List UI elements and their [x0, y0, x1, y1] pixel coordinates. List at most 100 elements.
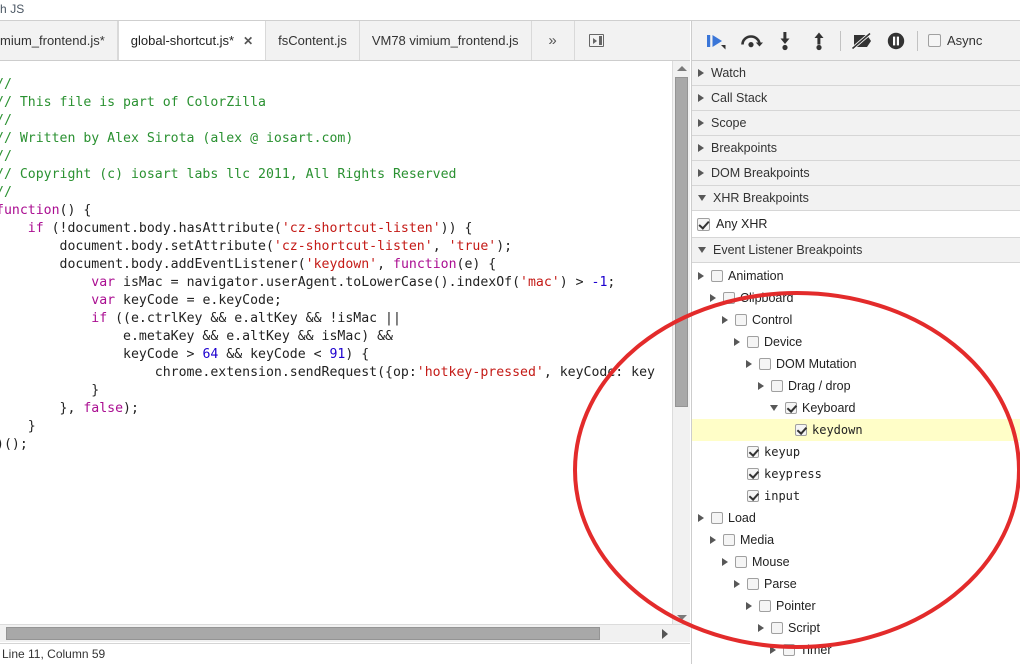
scroll-down-icon[interactable] [673, 610, 690, 624]
event-tree-checkbox[interactable] [747, 336, 759, 348]
editor-vertical-scrollbar[interactable] [672, 61, 690, 624]
tab-vm78-vimium-frontend-js[interactable]: VM78 vimium_frontend.js [360, 21, 532, 60]
section-xhr-breakpoints[interactable]: XHR Breakpoints [692, 186, 1020, 211]
code-token: keyCode > [0, 347, 203, 363]
event-tree-checkbox[interactable] [711, 270, 723, 282]
section-label: DOM Breakpoints [711, 166, 810, 180]
event-tree-checkbox[interactable] [747, 490, 759, 502]
scroll-up-icon[interactable] [673, 61, 690, 75]
chevron-right-icon[interactable] [734, 580, 740, 588]
event-tree-checkbox[interactable] [785, 402, 797, 414]
event-tree-checkbox[interactable] [759, 358, 771, 370]
event-tree-label: Load [728, 511, 756, 525]
any-xhr-checkbox[interactable] [697, 217, 710, 231]
section-event-listener-breakpoints[interactable]: Event Listener Breakpoints [692, 238, 1020, 263]
pause-on-exceptions-button[interactable] [879, 27, 913, 55]
chevron-right-icon[interactable] [722, 316, 728, 324]
event-tree-row[interactable]: input [692, 485, 1020, 507]
source-code[interactable]: // // This file is part of ColorZilla //… [0, 76, 655, 454]
event-tree-checkbox[interactable] [795, 424, 807, 436]
chevron-right-icon[interactable] [746, 360, 752, 368]
code-token: ; [607, 275, 616, 291]
resume-script-execution-button[interactable] [700, 27, 734, 55]
step-out-of-current-function-button[interactable] [802, 27, 836, 55]
event-tree-row[interactable]: Parse [692, 573, 1020, 595]
any-xhr-label: Any XHR [716, 217, 768, 231]
event-tree-checkbox[interactable] [723, 292, 735, 304]
chevron-right-icon[interactable] [722, 558, 728, 566]
more-tabs-icon[interactable]: » [532, 21, 575, 60]
event-tree-row[interactable]: Keyboard [692, 397, 1020, 419]
step-into-next-function-call-button[interactable] [768, 27, 802, 55]
tab-fscontent-js[interactable]: fsContent.js [266, 21, 360, 60]
event-tree-row[interactable]: Script [692, 617, 1020, 639]
section-breakpoints[interactable]: Breakpoints [692, 136, 1020, 161]
event-tree-checkbox[interactable] [723, 534, 735, 546]
event-tree-row[interactable]: Device [692, 331, 1020, 353]
chevron-down-icon[interactable] [770, 405, 778, 411]
event-tree-row[interactable]: Pointer [692, 595, 1020, 617]
event-tree-row[interactable]: Animation [692, 265, 1020, 287]
chevron-right-icon[interactable] [734, 338, 740, 346]
editor-horizontal-scrollbar[interactable] [0, 624, 690, 642]
horizontal-scroll-thumb[interactable] [6, 627, 600, 640]
event-tree-label: keydown [812, 423, 863, 437]
scroll-right-icon[interactable] [658, 627, 672, 640]
code-token: document.body.setAttribute( [0, 239, 274, 255]
event-tree-row[interactable]: Timer [692, 639, 1020, 661]
event-tree-row[interactable]: keyup [692, 441, 1020, 463]
event-tree-checkbox[interactable] [735, 314, 747, 326]
event-tree-row[interactable]: keydown [692, 419, 1020, 441]
chevron-right-icon[interactable] [710, 294, 716, 302]
show-navigator-panel-button[interactable] [575, 21, 619, 60]
code-token: function [0, 203, 60, 219]
event-tree-label: Device [764, 335, 803, 349]
event-tree-label: Script [788, 621, 820, 635]
any-xhr-row[interactable]: Any XHR [692, 211, 1020, 238]
source-code-editor[interactable]: // // This file is part of ColorZilla //… [0, 61, 690, 624]
event-tree-checkbox[interactable] [771, 622, 783, 634]
async-checkbox[interactable] [928, 34, 941, 47]
event-tree-row[interactable]: DOM Mutation [692, 353, 1020, 375]
deactivate-breakpoints-button[interactable] [845, 27, 879, 55]
section-call-stack[interactable]: Call Stack [692, 86, 1020, 111]
event-tree-checkbox[interactable] [783, 644, 795, 656]
section-dom-breakpoints[interactable]: DOM Breakpoints [692, 161, 1020, 186]
event-tree-row[interactable]: keypress [692, 463, 1020, 485]
event-tree-checkbox[interactable] [747, 446, 759, 458]
chevron-right-icon[interactable] [746, 602, 752, 610]
event-tree-checkbox[interactable] [747, 468, 759, 480]
section-scope[interactable]: Scope [692, 111, 1020, 136]
chevron-right-icon[interactable] [758, 624, 764, 632]
event-tree-row[interactable]: Media [692, 529, 1020, 551]
event-tree-checkbox[interactable] [747, 578, 759, 590]
chevron-right-icon [698, 69, 704, 77]
code-token: isMac = navigator.userAgent.toLowerCase(… [115, 275, 521, 291]
event-tree-row[interactable]: Clipboard [692, 287, 1020, 309]
event-tree-row[interactable]: Drag / drop [692, 375, 1020, 397]
async-toggle[interactable]: Async [928, 33, 982, 48]
chevron-right-icon[interactable] [770, 646, 776, 654]
section-watch[interactable]: Watch [692, 61, 1020, 86]
event-tree-row[interactable]: Load [692, 507, 1020, 529]
async-label: Async [947, 33, 983, 48]
close-icon[interactable]: ✕ [243, 35, 253, 47]
chevron-right-icon[interactable] [698, 272, 704, 280]
event-tree-checkbox[interactable] [759, 600, 771, 612]
vertical-scroll-thumb[interactable] [675, 77, 688, 407]
code-token: keyCode = e.keyCode; [115, 293, 282, 309]
event-listener-tree[interactable]: Animation Clipboard Control Device DOM Mutat… [692, 263, 1020, 661]
tab-vimium-frontend-js[interactable]: mium_frontend.js* [0, 21, 118, 60]
event-tree-label: Drag / drop [788, 379, 851, 393]
event-tree-checkbox[interactable] [711, 512, 723, 524]
event-tree-row[interactable]: Control [692, 309, 1020, 331]
event-tree-checkbox[interactable] [771, 380, 783, 392]
step-over-next-function-call-button[interactable] [734, 27, 768, 55]
chevron-right-icon[interactable] [710, 536, 716, 544]
tab-global-shortcut-js[interactable]: global-shortcut.js* ✕ [117, 21, 267, 60]
code-token: ); [496, 239, 513, 255]
chevron-right-icon[interactable] [758, 382, 764, 390]
event-tree-row[interactable]: Mouse [692, 551, 1020, 573]
event-tree-checkbox[interactable] [735, 556, 747, 568]
chevron-right-icon[interactable] [698, 514, 704, 522]
